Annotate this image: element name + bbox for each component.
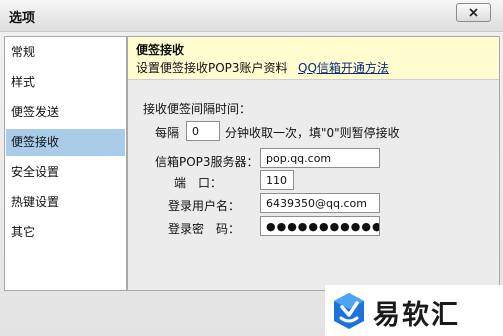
yiruanhui-logo-icon <box>334 293 364 329</box>
sidebar-item-note-send[interactable]: 便签发送 <box>6 99 125 126</box>
username-input[interactable]: 6439350@qq.com <box>260 193 380 213</box>
close-button[interactable] <box>456 3 491 22</box>
interval-heading: 接收便签间隔时间： <box>143 102 252 116</box>
settings-panel: 便签接收 设置便签接收POP3账户资料 QQ信箱开通方法 接收便签间隔时间： 每… <box>127 36 500 291</box>
panel-title: 便签接收 <box>136 43 185 57</box>
password-label: 登录密 码： <box>168 222 241 236</box>
interval-note: 分钟收取一次，填"0"则暂停接收 <box>225 126 400 140</box>
title-bar: 选项 <box>0 0 503 32</box>
interval-input[interactable]: 0 <box>186 121 220 141</box>
watermark: 易软汇 <box>325 285 503 336</box>
every-label: 每隔 <box>155 126 180 140</box>
watermark-text: 易软汇 <box>373 300 460 331</box>
panel-header: 便签接收 设置便签接收POP3账户资料 QQ信箱开通方法 <box>128 37 499 80</box>
sidebar-item-general[interactable]: 常规 <box>6 39 125 66</box>
panel-description: 设置便签接收POP3账户资料 <box>136 61 288 75</box>
sidebar-item-other[interactable]: 其它 <box>6 219 125 246</box>
sidebar-item-note-receive[interactable]: 便签接收 <box>6 129 125 156</box>
server-label: 信箱POP3服务器： <box>155 155 259 169</box>
port-input[interactable]: 110 <box>260 170 294 190</box>
window-title: 选项 <box>9 11 36 26</box>
sidebar-item-security[interactable]: 安全设置 <box>6 159 125 186</box>
sidebar-item-style[interactable]: 样式 <box>6 69 125 96</box>
close-icon <box>469 8 478 17</box>
options-window: 选项 常规 样式 便签发送 便签接收 安全设置 热键设置 其它 便签接收 设置便… <box>0 0 503 336</box>
sidebar-item-hotkeys[interactable]: 热键设置 <box>6 189 125 216</box>
port-label: 端 口： <box>174 176 223 190</box>
pop3-server-input[interactable]: pop.qq.com <box>260 148 380 168</box>
username-label: 登录用户名： <box>168 199 241 213</box>
qq-mail-setup-link[interactable]: QQ信箱开通方法 <box>298 59 389 76</box>
category-sidebar: 常规 样式 便签发送 便签接收 安全设置 热键设置 其它 <box>4 36 127 291</box>
password-input[interactable]: ●●●●●●●●●●● <box>260 216 380 236</box>
